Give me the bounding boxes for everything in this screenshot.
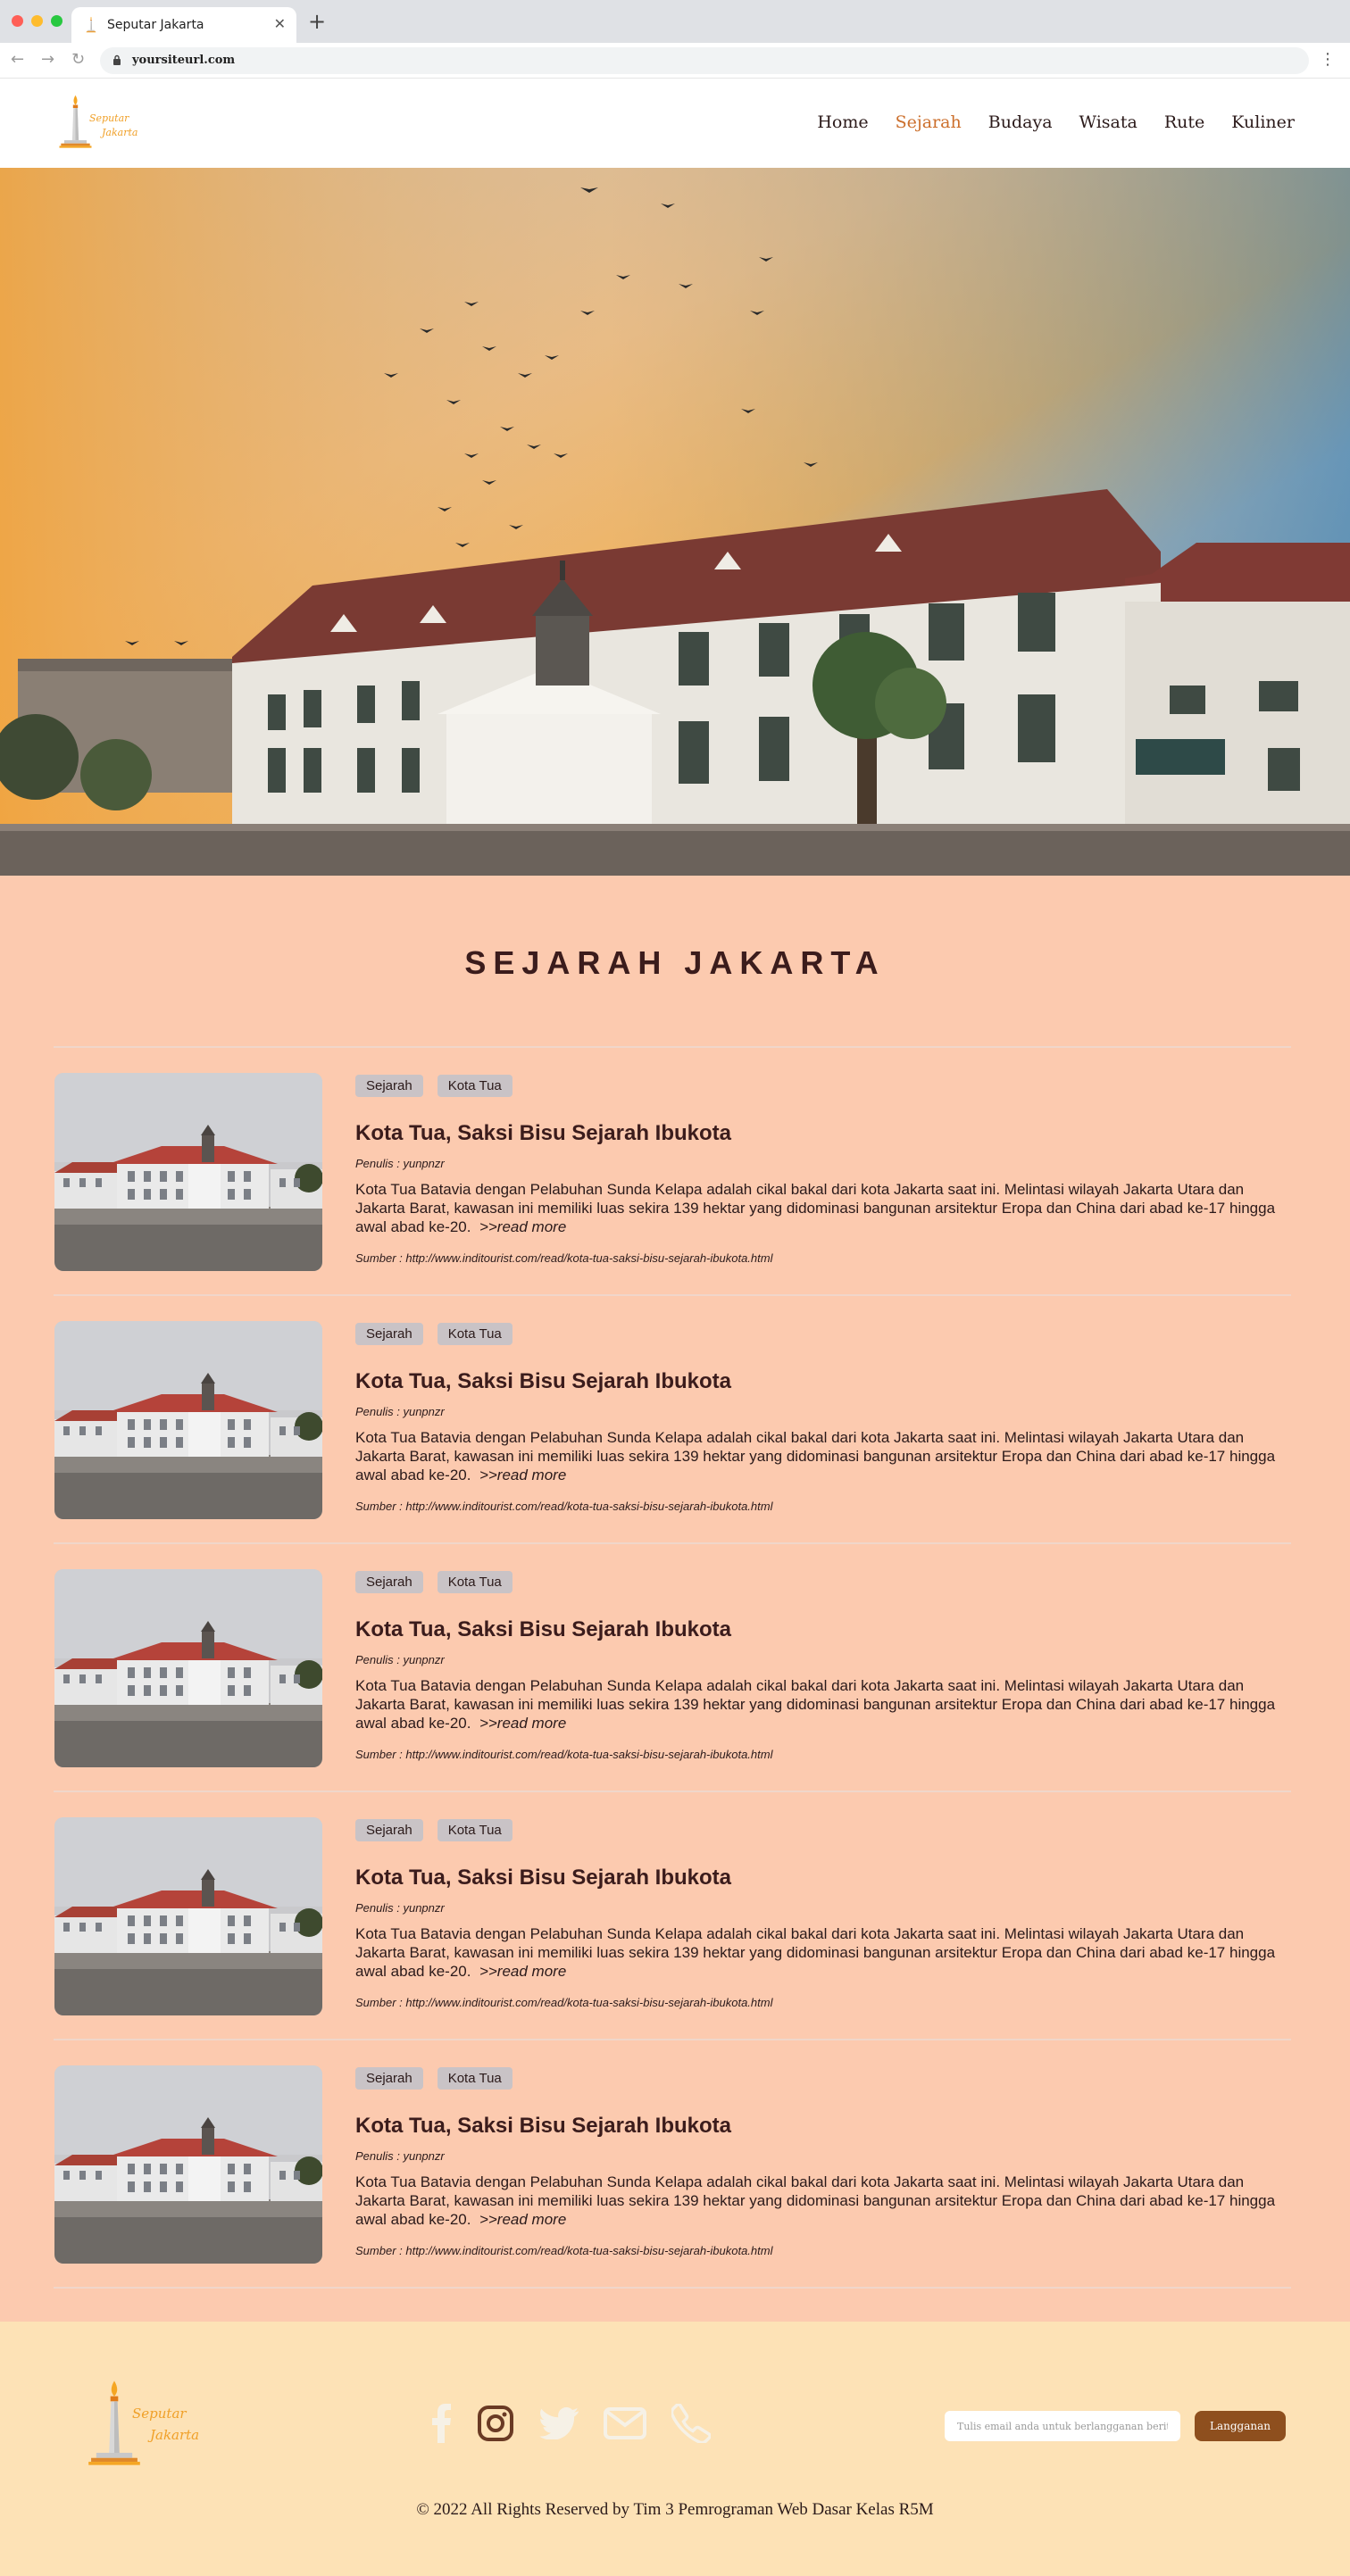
new-tab-button[interactable]: + — [308, 9, 326, 34]
site-header: Seputar Jakarta Home Sejarah Budaya Wisa… — [0, 79, 1350, 168]
maximize-window-button[interactable] — [51, 15, 62, 27]
main-nav: Home Sejarah Budaya Wisata Rute Kuliner — [817, 112, 1295, 132]
article-card: Sejarah Kota Tua Kota Tua, Saksi Bisu Se… — [54, 1296, 1291, 1544]
article-source: Sumber : http://www.inditourist.com/read… — [355, 1996, 773, 2009]
logo-text-line1: Seputar — [89, 112, 129, 124]
newsletter-email-input[interactable] — [945, 2411, 1180, 2441]
footer-logo[interactable]: Seputar Jakarta — [82, 2375, 216, 2475]
tag-kota-tua[interactable]: Kota Tua — [437, 1323, 512, 1345]
article-card: Sejarah Kota Tua Kota Tua, Saksi Bisu Se… — [54, 1792, 1291, 2040]
tag-sejarah[interactable]: Sejarah — [355, 1571, 423, 1593]
article-tags: Sejarah Kota Tua — [355, 1571, 512, 1593]
article-title[interactable]: Kota Tua, Saksi Bisu Sejarah Ibukota — [355, 1369, 731, 1394]
monas-favicon-icon — [82, 16, 100, 34]
read-more-link[interactable]: >>read more — [479, 1467, 566, 1483]
article-thumbnail[interactable] — [54, 1817, 322, 2015]
article-list: Sejarah Kota Tua Kota Tua, Saksi Bisu Se… — [54, 1046, 1291, 2289]
article-source: Sumber : http://www.inditourist.com/read… — [355, 1748, 773, 1761]
site-footer: Seputar Jakarta Langganan © 2022 All Rig… — [0, 2322, 1350, 2576]
article-tags: Sejarah Kota Tua — [355, 1819, 512, 1841]
article-author: Penulis : yunpnzr — [355, 1157, 445, 1170]
read-more-link[interactable]: >>read more — [479, 1218, 566, 1235]
nav-kuliner[interactable]: Kuliner — [1231, 112, 1295, 132]
article-card: Sejarah Kota Tua Kota Tua, Saksi Bisu Se… — [54, 1048, 1291, 1296]
logo-text-line2: Jakarta — [100, 127, 138, 138]
article-author: Penulis : yunpnzr — [355, 2149, 445, 2163]
mail-icon[interactable] — [604, 2407, 646, 2439]
article-title[interactable]: Kota Tua, Saksi Bisu Sejarah Ibukota — [355, 2114, 731, 2139]
article-source: Sumber : http://www.inditourist.com/read… — [355, 2244, 773, 2257]
tag-sejarah[interactable]: Sejarah — [355, 1075, 423, 1097]
article-excerpt: Kota Tua Batavia dengan Pelabuhan Sunda … — [355, 1180, 1291, 1236]
tag-sejarah[interactable]: Sejarah — [355, 1819, 423, 1841]
article-card: Sejarah Kota Tua Kota Tua, Saksi Bisu Se… — [54, 1544, 1291, 1792]
nav-home[interactable]: Home — [817, 112, 868, 132]
phone-icon[interactable] — [671, 2404, 711, 2443]
article-excerpt: Kota Tua Batavia dengan Pelabuhan Sunda … — [355, 2173, 1291, 2229]
footer-logo-line2: Jakarta — [147, 2427, 199, 2443]
browser-tab-bar: Seputar Jakarta ✕ + — [0, 0, 1350, 43]
url-text: yoursiteurl.com — [132, 54, 236, 67]
read-more-link[interactable]: >>read more — [479, 1963, 566, 1980]
article-thumbnail[interactable] — [54, 2065, 322, 2264]
article-tags: Sejarah Kota Tua — [355, 2067, 512, 2090]
article-title[interactable]: Kota Tua, Saksi Bisu Sejarah Ibukota — [355, 1866, 731, 1890]
tag-sejarah[interactable]: Sejarah — [355, 2067, 423, 2090]
lock-icon — [113, 54, 121, 65]
article-source: Sumber : http://www.inditourist.com/read… — [355, 1251, 773, 1265]
article-title[interactable]: Kota Tua, Saksi Bisu Sejarah Ibukota — [355, 1121, 731, 1146]
copyright-text: © 2022 All Rights Reserved by Tim 3 Pemr… — [416, 2500, 934, 2519]
tab-close-icon[interactable]: ✕ — [274, 15, 286, 32]
browser-toolbar: ← → ↻ yoursiteurl.com ⋮ — [0, 43, 1350, 79]
tag-kota-tua[interactable]: Kota Tua — [437, 1075, 512, 1097]
nav-budaya[interactable]: Budaya — [988, 112, 1053, 132]
tag-kota-tua[interactable]: Kota Tua — [437, 1819, 512, 1841]
nav-wisata[interactable]: Wisata — [1079, 112, 1138, 132]
address-bar[interactable]: yoursiteurl.com — [100, 47, 1309, 74]
tab-title: Seputar Jakarta — [107, 18, 204, 32]
hero-image — [0, 168, 1350, 876]
tag-sejarah[interactable]: Sejarah — [355, 1323, 423, 1345]
facebook-icon[interactable] — [432, 2404, 452, 2443]
article-card: Sejarah Kota Tua Kota Tua, Saksi Bisu Se… — [54, 2040, 1291, 2289]
read-more-link[interactable]: >>read more — [479, 1715, 566, 1732]
twitter-icon[interactable] — [539, 2407, 579, 2439]
article-thumbnail[interactable] — [54, 1073, 322, 1271]
article-tags: Sejarah Kota Tua — [355, 1075, 512, 1097]
subscribe-button[interactable]: Langganan — [1195, 2411, 1286, 2441]
article-thumbnail[interactable] — [54, 1569, 322, 1767]
article-excerpt: Kota Tua Batavia dengan Pelabuhan Sunda … — [355, 1676, 1291, 1733]
reload-icon[interactable]: ↻ — [71, 50, 85, 69]
article-author: Penulis : yunpnzr — [355, 1653, 445, 1666]
tag-kota-tua[interactable]: Kota Tua — [437, 1571, 512, 1593]
article-tags: Sejarah Kota Tua — [355, 1323, 512, 1345]
site-logo[interactable]: Seputar Jakarta — [55, 91, 145, 155]
minimize-window-button[interactable] — [31, 15, 43, 27]
nav-sejarah[interactable]: Sejarah — [896, 112, 962, 132]
forward-arrow-icon[interactable]: → — [41, 50, 54, 69]
article-title[interactable]: Kota Tua, Saksi Bisu Sejarah Ibukota — [355, 1617, 731, 1642]
article-thumbnail[interactable] — [54, 1321, 322, 1519]
back-arrow-icon[interactable]: ← — [11, 50, 24, 69]
browser-menu-icon[interactable]: ⋮ — [1320, 50, 1336, 69]
article-author: Penulis : yunpnzr — [355, 1405, 445, 1418]
footer-logo-line1: Seputar — [132, 2406, 187, 2422]
read-more-link[interactable]: >>read more — [479, 2211, 566, 2228]
instagram-icon[interactable] — [477, 2405, 514, 2442]
article-excerpt: Kota Tua Batavia dengan Pelabuhan Sunda … — [355, 1924, 1291, 1981]
browser-tab[interactable]: Seputar Jakarta ✕ — [71, 7, 296, 43]
nav-rute[interactable]: Rute — [1164, 112, 1204, 132]
article-source: Sumber : http://www.inditourist.com/read… — [355, 1500, 773, 1513]
article-excerpt: Kota Tua Batavia dengan Pelabuhan Sunda … — [355, 1428, 1291, 1484]
social-links — [432, 2404, 711, 2443]
article-author: Penulis : yunpnzr — [355, 1901, 445, 1915]
close-window-button[interactable] — [12, 15, 23, 27]
tag-kota-tua[interactable]: Kota Tua — [437, 2067, 512, 2090]
page-title: SEJARAH JAKARTA — [464, 944, 886, 981]
